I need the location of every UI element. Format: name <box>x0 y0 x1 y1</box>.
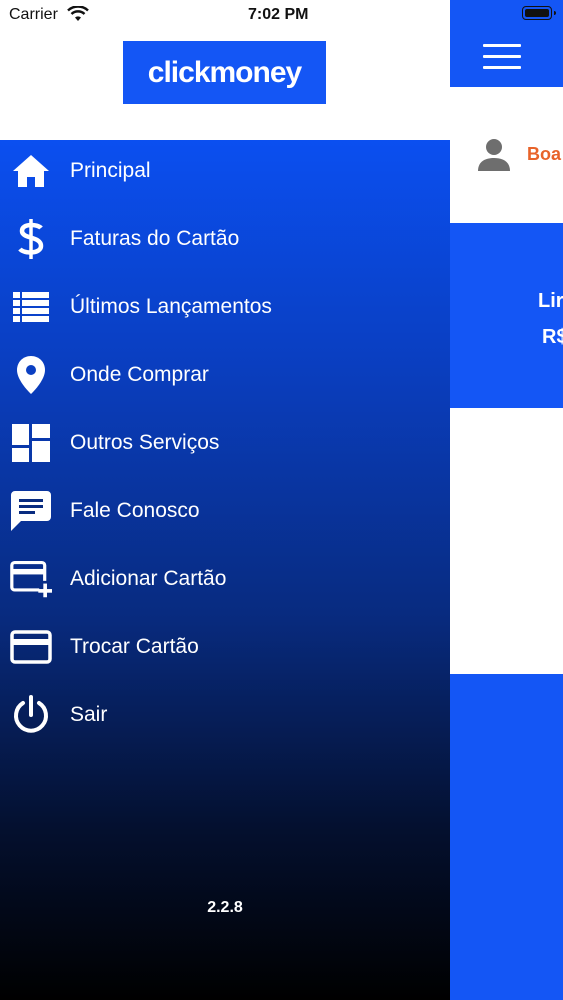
chat-icon <box>10 490 52 532</box>
menu-item-onde-comprar[interactable]: Onde Comprar <box>0 347 450 403</box>
credit-card-icon <box>10 626 52 668</box>
menu-item-label: Trocar Cartão <box>70 635 199 658</box>
battery-icon <box>522 6 556 20</box>
hamburger-menu-icon[interactable] <box>483 44 521 70</box>
limit-label: Lir <box>538 290 563 312</box>
menu-item-label: Adicionar Cartão <box>70 567 227 590</box>
menu-item-label: Sair <box>70 703 108 726</box>
add-card-icon <box>10 558 52 600</box>
bottom-panel <box>450 674 563 1000</box>
content-panel <box>450 408 563 674</box>
greeting-text: Boa <box>527 144 562 164</box>
dashboard-icon <box>10 422 52 464</box>
menu-item-label: Principal <box>70 159 151 182</box>
menu-item-sair[interactable]: Sair <box>0 687 450 743</box>
dollar-icon <box>10 218 52 260</box>
menu-item-outros-servicos[interactable]: Outros Serviços <box>0 415 450 471</box>
status-bar: Carrier 7:02 PM <box>0 0 563 30</box>
menu-item-label: Últimos Lançamentos <box>70 295 272 318</box>
clickmoney-logo: clickmoney <box>123 41 326 104</box>
list-icon <box>10 286 52 328</box>
menu-item-principal[interactable]: Principal <box>0 143 450 199</box>
location-pin-icon <box>10 354 52 396</box>
menu-item-adicionar-cartao[interactable]: Adicionar Cartão <box>0 551 450 607</box>
menu-item-trocar-cartao[interactable]: Trocar Cartão <box>0 619 450 675</box>
menu-item-faturas[interactable]: Faturas do Cartão <box>0 211 450 267</box>
status-time: 7:02 PM <box>248 6 309 23</box>
power-icon <box>10 694 52 736</box>
menu-item-label: Fale Conosco <box>70 499 200 522</box>
menu-item-label: Faturas do Cartão <box>70 227 240 250</box>
home-icon <box>10 150 52 192</box>
limit-panel: Lir R$ <box>450 223 563 408</box>
wifi-icon <box>67 6 89 21</box>
limit-value: R$ <box>542 326 563 348</box>
user-icon <box>478 139 510 171</box>
carrier-name: Carrier <box>9 6 58 23</box>
menu-item-label: Outros Serviços <box>70 431 220 454</box>
menu-item-ultimos-lancamentos[interactable]: Últimos Lançamentos <box>0 279 450 335</box>
menu-item-label: Onde Comprar <box>70 363 209 386</box>
menu-item-fale-conosco[interactable]: Fale Conosco <box>0 483 450 539</box>
drawer-menu: Principal Faturas do Cartão Últimos Lanç… <box>0 140 450 1000</box>
app-version: 2.2.8 <box>207 899 243 916</box>
user-greeting-row: Boa <box>450 87 563 223</box>
